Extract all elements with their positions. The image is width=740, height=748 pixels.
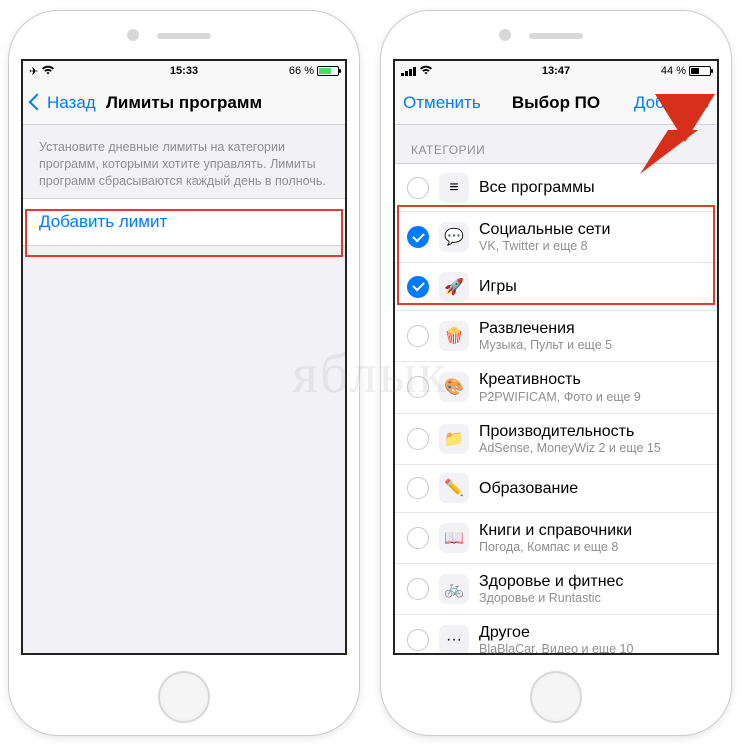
category-subtitle: BlaBlaCar, Видео и еще 10 bbox=[479, 642, 705, 655]
category-row[interactable]: 🍿 РазвлеченияМузыка, Пульт и еще 5 bbox=[395, 311, 717, 362]
add-label: Добавить bbox=[634, 93, 709, 113]
category-text: Книги и справочникиПогода, Компас и еще … bbox=[479, 521, 705, 555]
category-title: Социальные сети bbox=[479, 220, 705, 239]
radio-icon[interactable] bbox=[407, 325, 429, 347]
screen-right: 13:47 44 % Отменить Выбор ПО Добавить КА… bbox=[393, 59, 719, 655]
category-row[interactable]: 🚲 Здоровье и фитнесЗдоровье и Runtastic bbox=[395, 564, 717, 615]
category-icon: 🚲 bbox=[439, 574, 469, 604]
category-icon: 🚀 bbox=[439, 272, 469, 302]
chevron-left-icon bbox=[31, 93, 45, 113]
category-row[interactable]: ··· ДругоеBlaBlaCar, Видео и еще 10 bbox=[395, 615, 717, 655]
home-button[interactable] bbox=[158, 671, 210, 723]
wifi-icon bbox=[41, 65, 55, 78]
description-text: Установите дневные лимиты на категории п… bbox=[23, 125, 345, 198]
category-row[interactable]: 📁 ПроизводительностьAdSense, MoneyWiz 2 и… bbox=[395, 414, 717, 465]
category-row[interactable]: 🎨 КреативностьP2PWIFICAM, Фото и еще 9 bbox=[395, 362, 717, 413]
battery-percent: 44 % bbox=[661, 65, 686, 77]
back-button[interactable]: Назад bbox=[31, 93, 111, 113]
category-icon: 📁 bbox=[439, 424, 469, 454]
category-icon: ≡ bbox=[439, 173, 469, 203]
category-title: Креативность bbox=[479, 370, 705, 389]
page-title: Выбор ПО bbox=[512, 93, 600, 113]
battery-percent: 66 % bbox=[289, 65, 314, 77]
radio-icon[interactable] bbox=[407, 629, 429, 651]
page-title: Лимиты программ bbox=[106, 93, 262, 113]
category-text: КреативностьP2PWIFICAM, Фото и еще 9 bbox=[479, 370, 705, 404]
category-title: Игры bbox=[479, 277, 705, 296]
category-title: Образование bbox=[479, 479, 705, 498]
home-button[interactable] bbox=[530, 671, 582, 723]
radio-icon[interactable] bbox=[407, 177, 429, 199]
category-icon: 🍿 bbox=[439, 321, 469, 351]
category-row[interactable]: 🚀 Игры bbox=[395, 263, 717, 311]
category-text: ПроизводительностьAdSense, MoneyWiz 2 и … bbox=[479, 422, 705, 456]
category-row[interactable]: ✏️ Образование bbox=[395, 465, 717, 513]
airplane-icon: ✈︎ bbox=[29, 65, 38, 78]
category-text: ДругоеBlaBlaCar, Видео и еще 10 bbox=[479, 623, 705, 655]
category-title: Развлечения bbox=[479, 319, 705, 338]
phone-left: ✈︎ 15:33 66 % Назад Лимиты программ bbox=[8, 10, 360, 736]
category-icon: 💬 bbox=[439, 222, 469, 252]
signal-icon bbox=[401, 67, 416, 76]
category-list: ≡ Все программы 💬 Социальные сетиVK, Twitte… bbox=[395, 163, 717, 655]
category-title: Производительность bbox=[479, 422, 705, 441]
category-title: Другое bbox=[479, 623, 705, 642]
back-label: Назад bbox=[47, 93, 96, 113]
add-limit-button[interactable]: Добавить лимит bbox=[23, 198, 345, 246]
category-subtitle: Погода, Компас и еще 8 bbox=[479, 540, 705, 555]
navbar: Отменить Выбор ПО Добавить bbox=[395, 81, 717, 125]
category-text: Все программы bbox=[479, 178, 705, 197]
category-row[interactable]: 💬 Социальные сетиVK, Twitter и еще 8 bbox=[395, 212, 717, 263]
category-subtitle: VK, Twitter и еще 8 bbox=[479, 239, 705, 254]
category-row[interactable]: 📖 Книги и справочникиПогода, Компас и еще… bbox=[395, 513, 717, 564]
category-text: Игры bbox=[479, 277, 705, 296]
navbar: Назад Лимиты программ bbox=[23, 81, 345, 125]
battery-icon bbox=[689, 66, 711, 76]
add-button[interactable]: Добавить bbox=[629, 93, 709, 113]
clock: 13:47 bbox=[542, 65, 570, 77]
radio-icon[interactable] bbox=[407, 376, 429, 398]
category-title: Книги и справочники bbox=[479, 521, 705, 540]
category-icon: 🎨 bbox=[439, 372, 469, 402]
cancel-button[interactable]: Отменить bbox=[403, 93, 483, 113]
radio-icon[interactable] bbox=[407, 276, 429, 298]
category-subtitle: Музыка, Пульт и еще 5 bbox=[479, 338, 705, 353]
phone-right: 13:47 44 % Отменить Выбор ПО Добавить КА… bbox=[380, 10, 732, 736]
status-bar: ✈︎ 15:33 66 % bbox=[23, 61, 345, 81]
clock: 15:33 bbox=[170, 65, 198, 77]
category-title: Все программы bbox=[479, 178, 705, 197]
category-subtitle: P2PWIFICAM, Фото и еще 9 bbox=[479, 390, 705, 405]
category-title: Здоровье и фитнес bbox=[479, 572, 705, 591]
category-text: Социальные сетиVK, Twitter и еще 8 bbox=[479, 220, 705, 254]
radio-icon[interactable] bbox=[407, 477, 429, 499]
radio-icon[interactable] bbox=[407, 527, 429, 549]
radio-icon[interactable] bbox=[407, 226, 429, 248]
battery-icon bbox=[317, 66, 339, 76]
category-text: Образование bbox=[479, 479, 705, 498]
category-text: Здоровье и фитнесЗдоровье и Runtastic bbox=[479, 572, 705, 606]
add-limit-label: Добавить лимит bbox=[39, 212, 167, 231]
category-subtitle: Здоровье и Runtastic bbox=[479, 591, 705, 606]
category-icon: 📖 bbox=[439, 523, 469, 553]
category-row[interactable]: ≡ Все программы bbox=[395, 164, 717, 212]
wifi-icon bbox=[419, 65, 433, 78]
section-header: КАТЕГОРИИ bbox=[395, 125, 717, 163]
category-icon: ✏️ bbox=[439, 473, 469, 503]
status-bar: 13:47 44 % bbox=[395, 61, 717, 81]
category-subtitle: AdSense, MoneyWiz 2 и еще 15 bbox=[479, 441, 705, 456]
cancel-label: Отменить bbox=[403, 93, 481, 113]
category-text: РазвлеченияМузыка, Пульт и еще 5 bbox=[479, 319, 705, 353]
radio-icon[interactable] bbox=[407, 428, 429, 450]
radio-icon[interactable] bbox=[407, 578, 429, 600]
screen-left: ✈︎ 15:33 66 % Назад Лимиты программ bbox=[21, 59, 347, 655]
category-icon: ··· bbox=[439, 625, 469, 655]
